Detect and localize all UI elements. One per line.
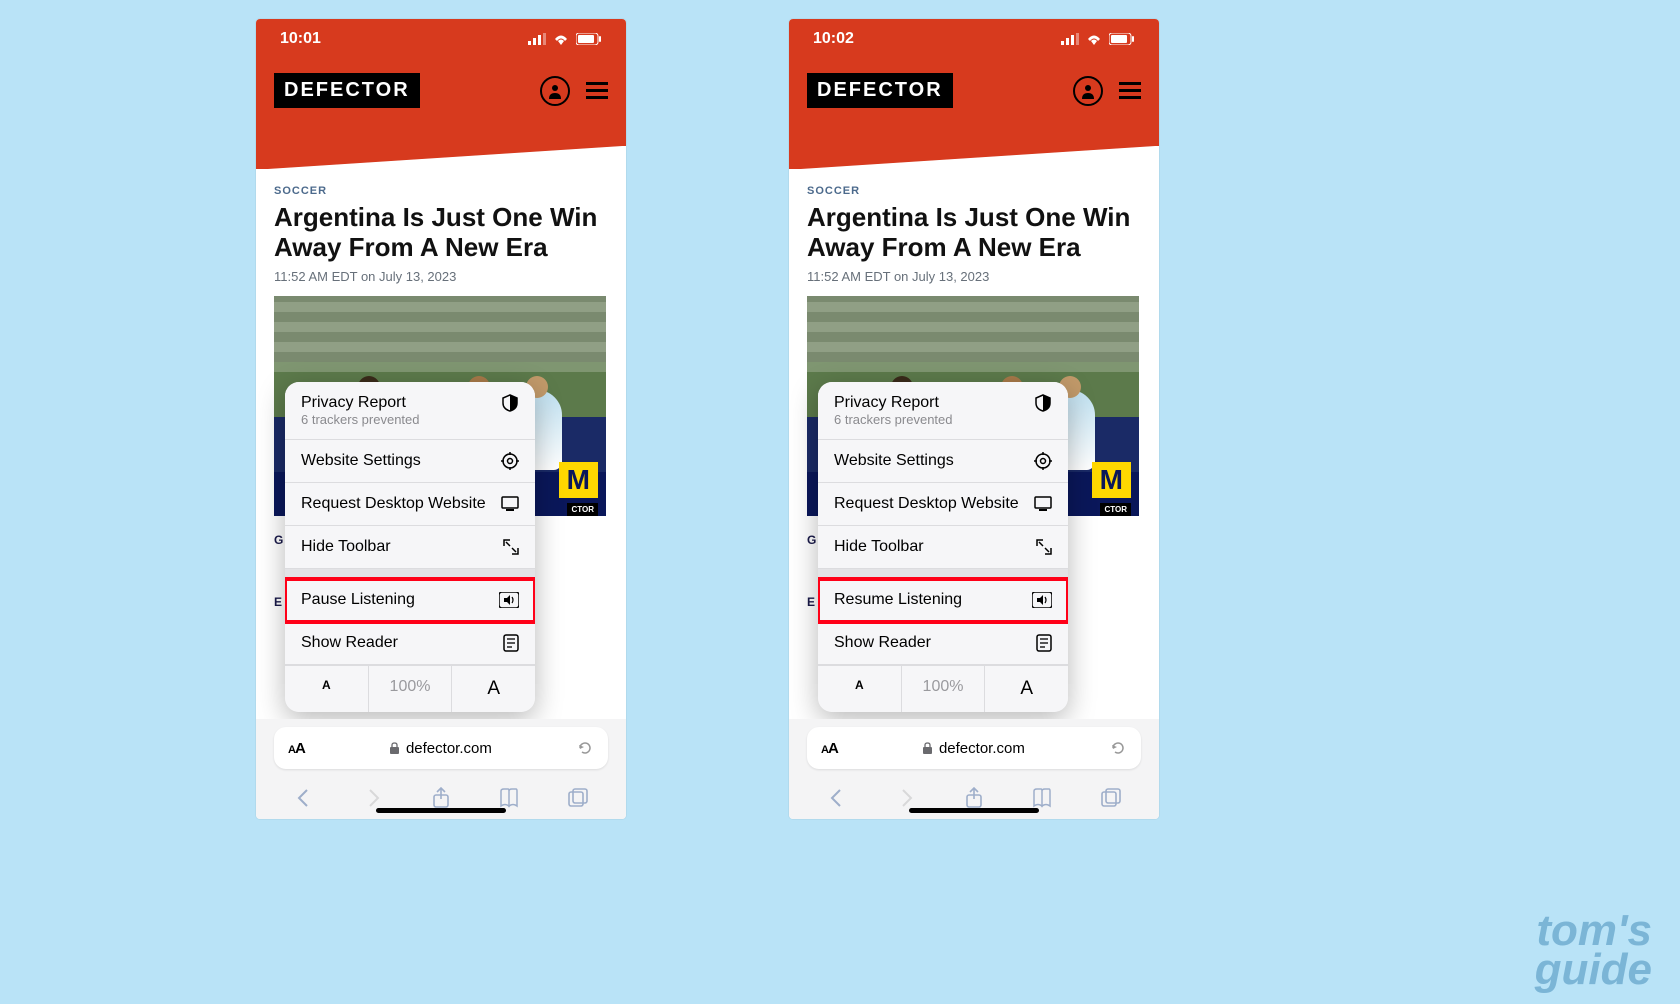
article-category[interactable]: SOCCER [807,185,1141,197]
forward-button[interactable] [895,787,917,809]
home-indicator [376,808,506,813]
safari-page-menu: Privacy Report 6 trackers prevented Webs… [818,382,1068,712]
status-bar: 10:02 [789,19,1159,59]
cropped-letter-e: E [807,595,815,609]
zoom-in-button[interactable]: A [452,666,535,712]
safari-address-area: AA defector.com [256,719,626,777]
menu-privacy-report[interactable]: Privacy Report 6 trackers prevented [285,382,535,440]
lock-icon [389,742,400,755]
cropped-letter-e: E [274,595,282,609]
battery-icon [576,33,602,45]
zoom-controls: A 100% A [285,665,535,712]
gear-icon [501,452,519,470]
menu-resume-listening[interactable]: Resume Listening [818,579,1068,622]
menu-divider [285,569,535,579]
lock-icon [922,742,933,755]
menu-show-reader[interactable]: Show Reader [285,622,535,665]
back-button[interactable] [826,787,848,809]
profile-icon[interactable] [540,76,570,106]
gear-icon [1034,452,1052,470]
bookmarks-button[interactable] [1031,787,1053,809]
bookmarks-button[interactable] [498,787,520,809]
safari-address-area: AA defector.com [789,719,1159,777]
safari-page-menu: Privacy Report 6 trackers prevented Webs… [285,382,535,712]
menu-privacy-title: Privacy Report [301,394,406,412]
article-datetime: 11:52 AM EDT on July 13, 2023 [274,269,608,284]
home-indicator [909,808,1039,813]
refresh-icon[interactable] [576,739,594,757]
cellular-icon [1061,33,1079,45]
menu-website-settings[interactable]: Website Settings [285,440,535,483]
site-header: DEFECTOR [256,59,626,169]
menu-privacy-subtitle: 6 trackers prevented [301,412,420,427]
address-domain: defector.com [939,740,1025,757]
menu-show-reader[interactable]: Show Reader [818,622,1068,665]
text-size-button[interactable]: AA [821,740,838,757]
expand-arrows-icon [503,539,519,555]
menu-hide-toolbar[interactable]: Hide Toolbar [285,526,535,569]
zoom-controls: A 100% A [818,665,1068,712]
menu-request-desktop[interactable]: Request Desktop Website [285,483,535,526]
wifi-icon [552,33,570,45]
menu-pause-listening[interactable]: Pause Listening [285,579,535,622]
speaker-icon [1032,592,1052,608]
menu-website-settings[interactable]: Website Settings [818,440,1068,483]
site-header: DEFECTOR [789,59,1159,169]
menu-divider [818,569,1068,579]
battery-icon [1109,33,1135,45]
zoom-percent: 100% [902,666,986,712]
site-logo[interactable]: DEFECTOR [807,73,953,108]
safari-address-bar[interactable]: AA defector.com [274,727,608,769]
back-button[interactable] [293,787,315,809]
address-domain: defector.com [406,740,492,757]
cropped-letter-g: G [274,533,283,547]
article-category[interactable]: SOCCER [274,185,608,197]
wifi-icon [1085,33,1103,45]
share-button[interactable] [963,787,985,809]
zoom-in-button[interactable]: A [985,666,1068,712]
expand-arrows-icon [1036,539,1052,555]
menu-hide-toolbar[interactable]: Hide Toolbar [818,526,1068,569]
profile-icon[interactable] [1073,76,1103,106]
cropped-letter-g: G [807,533,816,547]
zoom-percent: 100% [369,666,453,712]
phone-screenshot-right: 10:02 DEFECTOR SOCCER Argentina Is Just … [789,19,1159,819]
refresh-icon[interactable] [1109,739,1127,757]
watermark: tom'sguide [1535,911,1652,990]
reader-icon [1036,634,1052,652]
speaker-icon [499,592,519,608]
zoom-out-button[interactable]: A [818,666,902,712]
zoom-out-button[interactable]: A [285,666,369,712]
status-time: 10:02 [813,30,854,48]
menu-privacy-subtitle: 6 trackers prevented [834,412,953,427]
status-icons [1061,33,1135,45]
safari-address-bar[interactable]: AA defector.com [807,727,1141,769]
shield-icon [501,394,519,412]
phone-screenshot-left: 10:01 DEFECTOR SOCCER Argentina Is Just … [256,19,626,819]
article-headline: Argentina Is Just One Win Away From A Ne… [274,203,608,263]
tabs-button[interactable] [1100,787,1122,809]
text-size-button[interactable]: AA [288,740,305,757]
menu-icon[interactable] [1119,82,1141,99]
share-button[interactable] [430,787,452,809]
menu-icon[interactable] [586,82,608,99]
reader-icon [503,634,519,652]
shield-icon [1034,394,1052,412]
article-headline: Argentina Is Just One Win Away From A Ne… [807,203,1141,263]
forward-button[interactable] [362,787,384,809]
tabs-button[interactable] [567,787,589,809]
menu-privacy-report[interactable]: Privacy Report 6 trackers prevented [818,382,1068,440]
status-bar: 10:01 [256,19,626,59]
desktop-icon [501,496,519,512]
menu-privacy-title: Privacy Report [834,394,939,412]
site-logo[interactable]: DEFECTOR [274,73,420,108]
menu-request-desktop[interactable]: Request Desktop Website [818,483,1068,526]
desktop-icon [1034,496,1052,512]
status-icons [528,33,602,45]
cellular-icon [528,33,546,45]
article-datetime: 11:52 AM EDT on July 13, 2023 [807,269,1141,284]
status-time: 10:01 [280,30,321,48]
